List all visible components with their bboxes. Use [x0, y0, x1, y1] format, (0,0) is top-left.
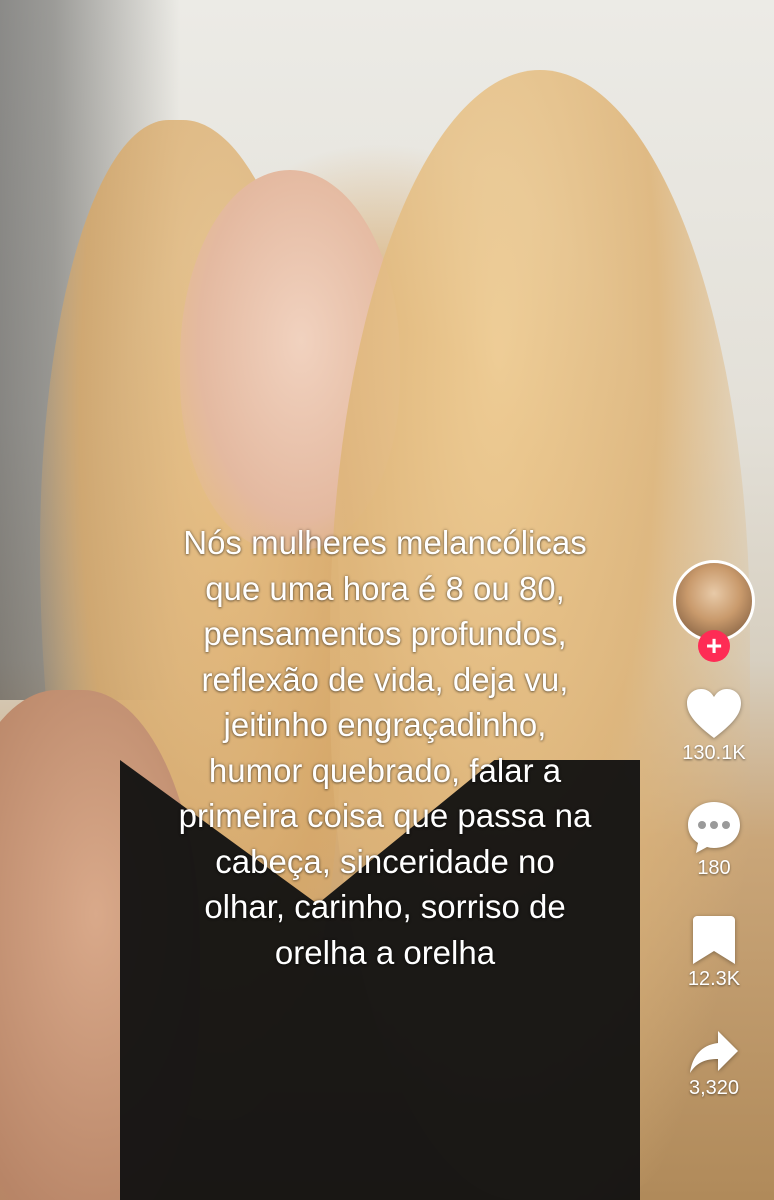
caption-line: humor quebrado, falar a	[208, 751, 562, 789]
caption-line: pensamentos profundos,	[203, 615, 567, 652]
follow-button[interactable]: +	[698, 630, 730, 662]
like-count: 130.1K	[682, 742, 746, 764]
comment-count: 180	[697, 857, 731, 879]
video-screen[interactable]: Nós mulheres melancólicas que uma hora é…	[0, 0, 774, 1200]
share-count: 3,320	[688, 1077, 740, 1099]
caption-line: olhar, carinho, sorriso de	[204, 888, 566, 925]
share-button[interactable]: 3,320	[666, 1029, 762, 1100]
action-rail: + 130.1K 180 12.3K 3,320	[666, 560, 762, 1100]
like-button[interactable]: 130.1K	[666, 688, 762, 765]
heart-icon[interactable]	[685, 688, 743, 740]
bookmark-icon[interactable]	[691, 914, 737, 966]
comment-button[interactable]: 180	[666, 799, 762, 880]
caption-line: Nós mulheres melancólicas	[183, 524, 587, 561]
video-caption: Nós mulheres melancólicas que uma hora é…	[120, 520, 650, 975]
creator-avatar-button[interactable]: +	[670, 560, 758, 662]
caption-line: que uma hora é 8 ou 80,	[205, 569, 565, 607]
share-icon[interactable]	[688, 1029, 740, 1075]
save-button[interactable]: 12.3K	[666, 914, 762, 991]
caption-line: reflexão de vida, deja vu,	[201, 660, 569, 698]
caption-line: cabeça, sinceridade no	[215, 842, 555, 880]
caption-line: primeira coisa que passa na	[178, 797, 592, 834]
save-count: 12.3K	[687, 968, 741, 990]
caption-line: jeitinho engraçadinho,	[223, 706, 547, 743]
comment-icon[interactable]	[685, 799, 743, 855]
caption-line: orelha a orelha	[274, 933, 496, 971]
